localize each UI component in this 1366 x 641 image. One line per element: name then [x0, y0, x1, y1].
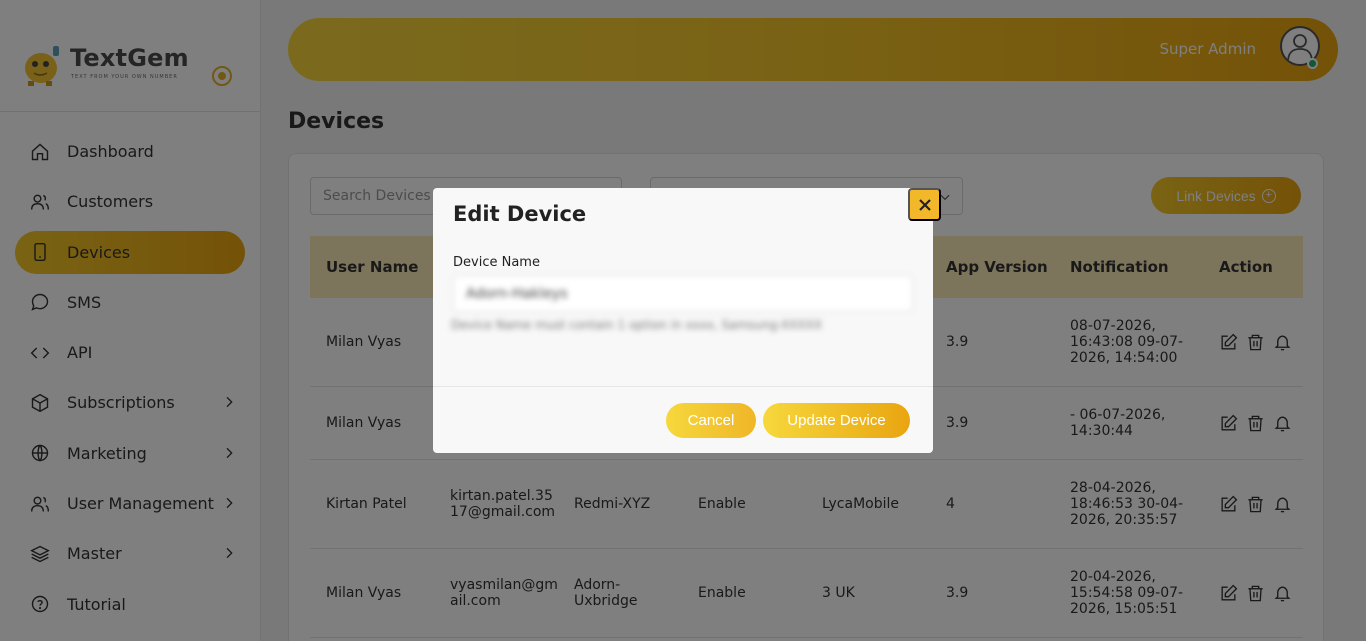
device-name-label: Device Name [453, 255, 540, 270]
update-device-button[interactable]: Update Device [763, 403, 910, 438]
edit-device-modal: Edit Device Device Name Device Name must… [433, 188, 941, 453]
cancel-button[interactable]: Cancel [666, 403, 756, 438]
device-name-hint: Device Name must contain 1 option in xxx… [451, 318, 823, 332]
close-button[interactable] [908, 188, 941, 221]
device-name-input[interactable] [453, 275, 913, 312]
close-icon [918, 198, 931, 211]
modal-divider [433, 386, 933, 387]
modal-title: Edit Device [453, 202, 587, 226]
